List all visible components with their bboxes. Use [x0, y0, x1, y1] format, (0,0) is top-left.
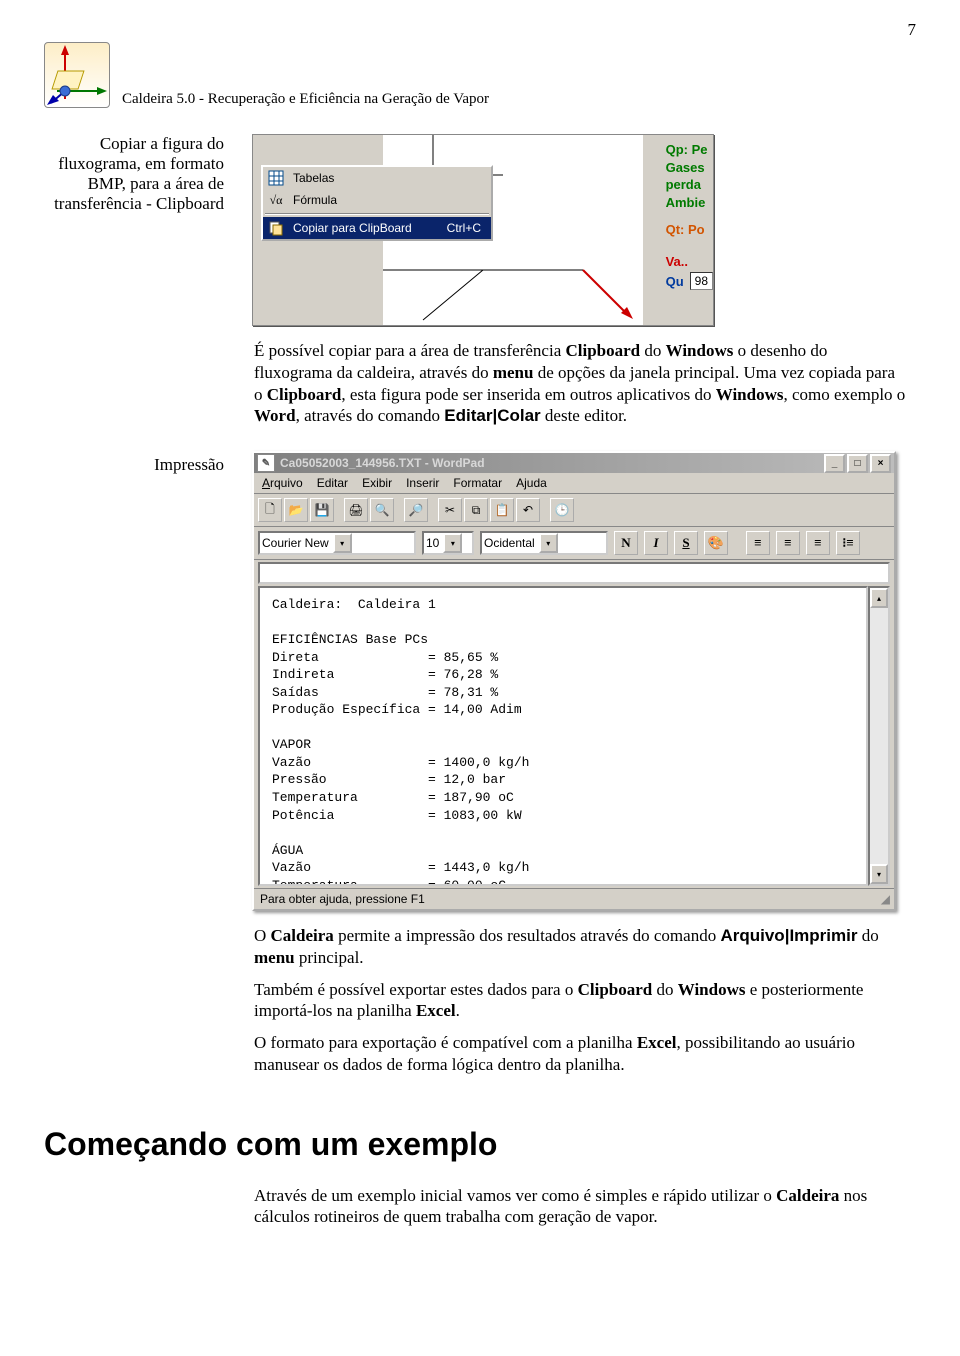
legend-qt: Qt: Po [666, 221, 713, 239]
closing-paragraph: Através de um exemplo inicial vamos ver … [254, 1185, 906, 1229]
header-title: Caldeira 5.0 - Recuperação e Eficiência … [122, 91, 489, 108]
font-name-combo[interactable]: Courier New ▾ [258, 531, 416, 555]
window-title: Ca05052003_144956.TXT - WordPad [280, 456, 485, 470]
legend-qp: Qp: Pe [666, 141, 713, 159]
section2-paragraph1: O Caldeira permite a impressão dos resul… [254, 925, 906, 969]
menu-item-label: Copiar para ClipBoard [293, 221, 439, 235]
align-right-button[interactable]: ≡ [806, 531, 830, 555]
legend-perda: perda [666, 176, 713, 194]
paste-button[interactable]: 📋 [490, 498, 514, 522]
font-name-value: Courier New [262, 536, 329, 550]
align-center-button[interactable]: ≡ [776, 531, 800, 555]
scroll-up-icon[interactable]: ▴ [870, 588, 888, 608]
copy-icon [267, 219, 285, 237]
menu-item-label: Fórmula [293, 193, 481, 207]
save-button[interactable]: 💾 [310, 498, 334, 522]
standard-toolbar: 🗋 📂 💾 🖨 🔍 🔎 ✂ ⧉ 📋 ↶ 🕒 [254, 494, 894, 527]
context-menu: Tabelas √α Fórmula Copiar para ClipBoard… [261, 165, 493, 241]
menu-editar[interactable]: Editar [317, 476, 348, 490]
find-button[interactable]: 🔎 [404, 498, 428, 522]
status-bar: Para obter ajuda, pressione F1 ◢ [254, 888, 894, 909]
section2-paragraph2: Também é possível exportar estes dados p… [254, 979, 906, 1023]
underline-button[interactable]: S [674, 531, 698, 555]
wordpad-app-icon: ✎ [257, 454, 275, 472]
menu-inserir[interactable]: Inserir [406, 476, 439, 490]
preview-button[interactable]: 🔍 [370, 498, 394, 522]
status-text: Para obter ajuda, pressione F1 [260, 892, 425, 906]
section1-paragraph: É possível copiar para a área de transfe… [254, 340, 906, 427]
menu-item-formula[interactable]: √α Fórmula [263, 189, 491, 211]
copy-button[interactable]: ⧉ [464, 498, 488, 522]
bold-button[interactable]: N [614, 531, 638, 555]
bullets-button[interactable]: ⁝≡ [836, 531, 860, 555]
wordpad-window: ✎ Ca05052003_144956.TXT - WordPad _ □ × … [252, 451, 896, 911]
legend-va: Va.. [666, 253, 688, 271]
window-titlebar: ✎ Ca05052003_144956.TXT - WordPad _ □ × [254, 453, 894, 473]
document-body[interactable]: Caldeira: Caldeira 1 EFICIÊNCIAS Base PC… [258, 586, 868, 886]
format-toolbar: Courier New▾ 10▾ Ocidental▾ N I S 🎨 ≡ ≡ … [254, 527, 894, 560]
formula-icon: √α [267, 191, 285, 209]
italic-button[interactable]: I [644, 531, 668, 555]
new-button[interactable]: 🗋 [258, 498, 282, 522]
right-legend: Qp: Pe Gases perda Ambie Qt: Po Va.. Qu … [666, 141, 713, 290]
menu-arquivo[interactable]: Arquivo [262, 476, 303, 490]
legend-gases: Gases [666, 159, 713, 177]
menu-item-tabelas[interactable]: Tabelas [263, 167, 491, 189]
table-icon [267, 169, 285, 187]
font-size-value: 10 [426, 536, 439, 550]
print-button[interactable]: 🖨 [344, 498, 368, 522]
page-number: 7 [44, 20, 916, 40]
logo-icon [44, 42, 110, 108]
section1-label: Copiar a figura do fluxograma, em format… [44, 134, 224, 214]
date-button[interactable]: 🕒 [550, 498, 574, 522]
menu-item-shortcut: Ctrl+C [447, 221, 481, 235]
open-button[interactable]: 📂 [284, 498, 308, 522]
heading-comecando: Começando com um exemplo [44, 1126, 916, 1163]
legend-qu: Qu [666, 273, 684, 291]
font-script-value: Ocidental [484, 536, 535, 550]
menu-ajuda[interactable]: Ajuda [516, 476, 547, 490]
ruler[interactable] [258, 562, 890, 584]
screenshot-context-menu: Tabelas √α Fórmula Copiar para ClipBoard… [252, 134, 714, 326]
section2-paragraph3: O formato para exportação é compatível c… [254, 1032, 906, 1076]
chevron-down-icon: ▾ [539, 533, 558, 553]
menu-formatar[interactable]: Formatar [453, 476, 502, 490]
menu-item-label: Tabelas [293, 171, 481, 185]
chevron-down-icon: ▾ [333, 533, 352, 553]
close-button[interactable]: × [870, 454, 891, 473]
undo-button[interactable]: ↶ [516, 498, 540, 522]
section2-label: Impressão [44, 451, 224, 475]
font-script-combo[interactable]: Ocidental ▾ [480, 531, 608, 555]
document-header: Caldeira 5.0 - Recuperação e Eficiência … [44, 42, 916, 108]
menu-item-copy-clipboard[interactable]: Copiar para ClipBoard Ctrl+C [263, 217, 491, 239]
resize-grip-icon[interactable]: ◢ [881, 892, 888, 906]
maximize-button[interactable]: □ [847, 454, 868, 473]
legend-ambie: Ambie [666, 194, 713, 212]
vertical-scrollbar[interactable]: ▴ ▾ [868, 586, 890, 886]
qu-value-input[interactable]: 98 [690, 272, 713, 290]
cut-button[interactable]: ✂ [438, 498, 462, 522]
chevron-down-icon: ▾ [443, 533, 462, 553]
minimize-button[interactable]: _ [824, 454, 845, 473]
menu-separator [265, 213, 489, 215]
font-size-combo[interactable]: 10 ▾ [422, 531, 474, 555]
scroll-down-icon[interactable]: ▾ [870, 864, 888, 884]
color-button[interactable]: 🎨 [704, 531, 728, 555]
menu-exibir[interactable]: Exibir [362, 476, 392, 490]
align-left-button[interactable]: ≡ [746, 531, 770, 555]
menubar: Arquivo Editar Exibir Inserir Formatar A… [254, 473, 894, 494]
